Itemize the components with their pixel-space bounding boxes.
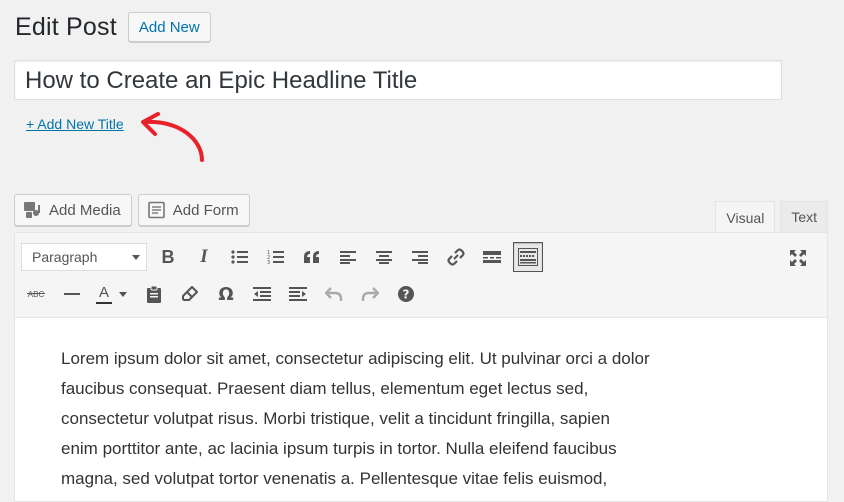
read-more-icon[interactable]: [477, 242, 507, 272]
media-buttons: Add Media Add Form: [14, 194, 250, 226]
insert-link-icon[interactable]: [441, 242, 471, 272]
toolbar-toggle-icon[interactable]: [513, 242, 543, 272]
paste-text-icon[interactable]: [139, 279, 169, 309]
toolbar-row-2: ABC A Ω ?: [21, 279, 427, 309]
form-icon: [147, 201, 165, 219]
add-form-label: Add Form: [172, 201, 239, 219]
indent-icon[interactable]: [283, 279, 313, 309]
page-title: Edit Post: [15, 12, 117, 41]
toolbar-row-1: Paragraph B I 123: [21, 242, 549, 272]
italic-icon[interactable]: I: [189, 242, 219, 272]
horizontal-line-icon[interactable]: [57, 279, 87, 309]
add-media-button[interactable]: Add Media: [14, 194, 132, 226]
strikethrough-icon[interactable]: ABC: [21, 279, 51, 309]
blockquote-icon[interactable]: [297, 242, 327, 272]
text-color-dropdown[interactable]: [117, 279, 129, 309]
svg-text:?: ?: [403, 288, 410, 302]
help-icon[interactable]: ?: [391, 279, 421, 309]
add-form-button[interactable]: Add Form: [137, 194, 250, 226]
special-character-icon[interactable]: Ω: [211, 279, 241, 309]
content-line: consectetur volutpat risus. Morbi tristi…: [61, 409, 610, 428]
add-media-label: Add Media: [49, 201, 121, 219]
editor-toolbar: Paragraph B I 123 ABC A Ω ?: [15, 233, 827, 318]
fullscreen-icon[interactable]: [783, 243, 813, 273]
post-title-input[interactable]: How to Create an Epic Headline Title: [14, 60, 782, 100]
content-line: magna, sed volutpat tortor venenatis a. …: [61, 469, 608, 488]
undo-icon[interactable]: [319, 279, 349, 309]
outdent-icon[interactable]: [247, 279, 277, 309]
align-center-icon[interactable]: [369, 242, 399, 272]
text-color-icon[interactable]: A: [93, 279, 115, 309]
format-select-value: Paragraph: [32, 249, 98, 265]
annotation-arrow-icon: [141, 112, 204, 162]
add-new-button[interactable]: Add New: [127, 12, 211, 42]
svg-text:3: 3: [267, 260, 270, 265]
align-left-icon[interactable]: [333, 242, 363, 272]
align-right-icon[interactable]: [405, 242, 435, 272]
media-icon: [24, 202, 40, 218]
tab-visual[interactable]: Visual: [715, 201, 776, 233]
numbered-list-icon[interactable]: 123: [261, 242, 291, 272]
chevron-down-icon: [119, 291, 127, 297]
redo-icon[interactable]: [355, 279, 385, 309]
editor-content[interactable]: Lorem ipsum dolor sit amet, consectetur …: [15, 318, 827, 494]
add-new-title-link[interactable]: + Add New Title: [26, 116, 124, 132]
bullet-list-icon[interactable]: [225, 242, 255, 272]
page-header: Edit Post Add New: [15, 12, 211, 42]
tab-text[interactable]: Text: [780, 201, 828, 232]
editor-tabs: Visual Text: [715, 201, 828, 233]
content-line: Lorem ipsum dolor sit amet, consectetur …: [61, 349, 650, 368]
editor: Paragraph B I 123 ABC A Ω ? Lorem ipsum …: [14, 232, 828, 502]
bold-icon[interactable]: B: [153, 242, 183, 272]
format-select[interactable]: Paragraph: [21, 243, 147, 271]
content-line: enim porttitor ante, ac lacinia ipsum tu…: [61, 439, 617, 458]
chevron-down-icon: [132, 254, 140, 260]
content-line: faucibus consequat. Praesent diam tellus…: [61, 379, 589, 398]
clear-formatting-icon[interactable]: [175, 279, 205, 309]
